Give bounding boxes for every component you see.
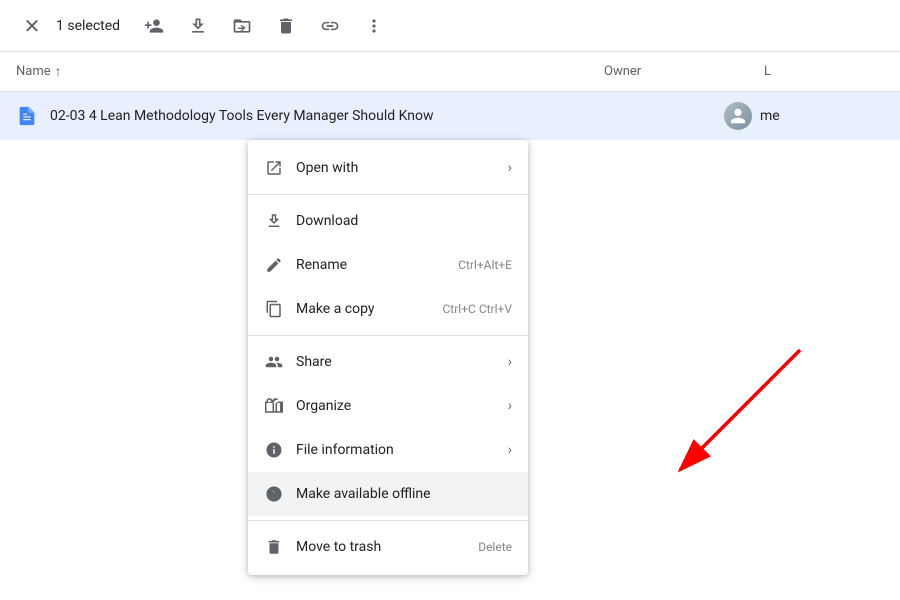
menu-item-rename[interactable]: Rename Ctrl+Alt+E [248, 243, 528, 287]
menu-item-trash[interactable]: Move to trash Delete [248, 525, 528, 569]
download-label: Download [296, 213, 512, 229]
last-column-header: L [764, 64, 884, 79]
open-with-label: Open with [296, 160, 496, 176]
download-button[interactable] [180, 8, 216, 44]
organize-arrow-icon: › [508, 398, 512, 414]
organize-label: Organize [296, 398, 496, 414]
context-menu: Open with › Download Rename Ctrl+Alt+E M… [248, 140, 528, 575]
owner-avatar [724, 102, 752, 130]
selected-count-label: 1 selected [56, 18, 120, 34]
more-vert-icon [364, 16, 384, 36]
trash-label: Move to trash [296, 539, 466, 555]
file-info-arrow-icon: › [508, 442, 512, 458]
trash-shortcut: Delete [478, 540, 512, 554]
download-icon [188, 16, 208, 36]
add-person-button[interactable] [136, 8, 172, 44]
share-icon [264, 352, 284, 372]
share-label: Share [296, 354, 496, 370]
docs-icon-simple [16, 105, 38, 127]
offline-circle-icon [264, 484, 284, 504]
name-column-label: Name [16, 64, 51, 79]
menu-item-copy[interactable]: Make a copy Ctrl+C Ctrl+V [248, 287, 528, 331]
file-row[interactable]: 02-03 4 Lean Methodology Tools Every Man… [0, 92, 900, 140]
menu-divider-2 [248, 335, 528, 336]
name-column-header[interactable]: Name ↑ [16, 63, 604, 80]
open-with-arrow-icon: › [508, 160, 512, 176]
download-menu-icon [264, 211, 284, 231]
menu-item-organize[interactable]: Organize › [248, 384, 528, 428]
sort-icon: ↑ [55, 63, 62, 80]
file-name-label: 02-03 4 Lean Methodology Tools Every Man… [50, 108, 724, 124]
close-button[interactable]: ✕ [16, 10, 48, 42]
menu-item-offline[interactable]: Make available offline [248, 472, 528, 516]
trash-button[interactable] [268, 8, 304, 44]
file-info-label: File information [296, 442, 496, 458]
toolbar: ✕ 1 selected [0, 0, 900, 52]
menu-item-open-with[interactable]: Open with › [248, 146, 528, 190]
copy-label: Make a copy [296, 301, 431, 317]
folder-move-icon [232, 16, 252, 36]
menu-item-share[interactable]: Share › [248, 340, 528, 384]
more-options-button[interactable] [356, 8, 392, 44]
owner-cell: me [724, 102, 884, 130]
rename-icon [264, 255, 284, 275]
menu-divider-1 [248, 194, 528, 195]
red-arrow-annotation [600, 340, 820, 500]
share-arrow-icon: › [508, 354, 512, 370]
trash-menu-icon [264, 537, 284, 557]
menu-divider-3 [248, 520, 528, 521]
menu-item-file-info[interactable]: File information › [248, 428, 528, 472]
file-list-header: Name ↑ Owner L [0, 52, 900, 92]
link-icon [320, 16, 340, 36]
owner-column-header: Owner [604, 64, 764, 79]
open-with-icon [264, 158, 284, 178]
copy-shortcut: Ctrl+C Ctrl+V [443, 302, 513, 316]
rename-label: Rename [296, 257, 446, 273]
link-button[interactable] [312, 8, 348, 44]
trash-icon [276, 16, 296, 36]
info-icon [264, 440, 284, 460]
organize-icon [264, 396, 284, 416]
folder-move-button[interactable] [224, 8, 260, 44]
copy-icon [264, 299, 284, 319]
rename-shortcut: Ctrl+Alt+E [458, 258, 512, 272]
menu-item-download[interactable]: Download [248, 199, 528, 243]
add-person-icon [144, 16, 164, 36]
owner-name-label: me [760, 108, 780, 124]
close-icon: ✕ [24, 14, 41, 38]
offline-label: Make available offline [296, 486, 512, 502]
